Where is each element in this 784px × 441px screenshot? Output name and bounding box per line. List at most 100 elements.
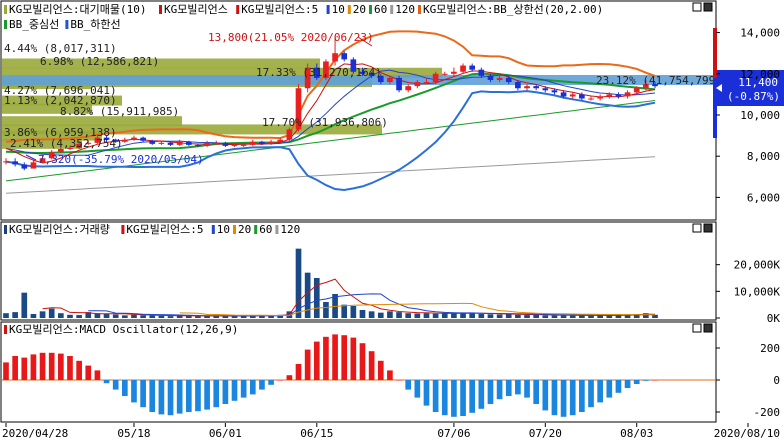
- macd-bar[interactable]: [268, 380, 274, 385]
- candle-body[interactable]: [396, 77, 402, 91]
- volume-bar[interactable]: [505, 314, 512, 318]
- macd-bar[interactable]: [405, 380, 412, 390]
- volume-bar[interactable]: [67, 314, 73, 318]
- macd-bar[interactable]: [478, 380, 485, 409]
- macd-bar[interactable]: [131, 380, 137, 403]
- macd-bar[interactable]: [30, 354, 37, 380]
- macd-bar[interactable]: [633, 380, 640, 384]
- macd-bar[interactable]: [213, 380, 220, 408]
- macd-bar[interactable]: [313, 341, 320, 380]
- volume-bar[interactable]: [588, 315, 594, 318]
- candle-body[interactable]: [533, 86, 540, 89]
- macd-bar[interactable]: [451, 380, 457, 417]
- candle-body[interactable]: [222, 142, 229, 146]
- candle-body[interactable]: [615, 94, 622, 97]
- volume-bar[interactable]: [149, 315, 156, 318]
- volume-bar[interactable]: [313, 278, 320, 318]
- candle-body[interactable]: [195, 144, 201, 146]
- volume-bar[interactable]: [515, 314, 521, 318]
- candle-body[interactable]: [633, 88, 640, 93]
- macd-bar[interactable]: [286, 375, 293, 380]
- macd-bar[interactable]: [615, 380, 622, 393]
- volume-bar[interactable]: [131, 314, 137, 318]
- volume-bar[interactable]: [524, 315, 530, 318]
- candle-body[interactable]: [624, 92, 631, 97]
- macd-bar[interactable]: [295, 364, 302, 380]
- candle-body[interactable]: [569, 94, 576, 97]
- volume-bar[interactable]: [469, 313, 476, 318]
- candle-body[interactable]: [469, 65, 476, 70]
- candle-body[interactable]: [21, 164, 28, 169]
- candle-body[interactable]: [451, 71, 457, 74]
- candle-body[interactable]: [505, 77, 512, 83]
- volume-bar[interactable]: [30, 314, 37, 318]
- volume-bar[interactable]: [542, 315, 549, 318]
- volume-bar[interactable]: [551, 315, 558, 318]
- macd-bar[interactable]: [524, 380, 530, 398]
- volume-bar[interactable]: [451, 313, 457, 318]
- macd-bar[interactable]: [231, 380, 238, 401]
- macd-bar[interactable]: [396, 380, 402, 381]
- macd-bar[interactable]: [597, 380, 603, 403]
- macd-bar[interactable]: [368, 351, 375, 380]
- candle-body[interactable]: [606, 94, 613, 97]
- macd-bar[interactable]: [249, 380, 256, 395]
- volume-bar[interactable]: [341, 304, 348, 318]
- volume-bar[interactable]: [487, 314, 494, 318]
- macd-bar[interactable]: [505, 380, 512, 396]
- candle-body[interactable]: [387, 77, 393, 83]
- macd-bar[interactable]: [3, 362, 9, 380]
- macd-bar[interactable]: [140, 380, 146, 408]
- candle-body[interactable]: [259, 141, 265, 144]
- macd-bar[interactable]: [103, 380, 110, 384]
- volume-bar[interactable]: [478, 314, 485, 318]
- macd-bar[interactable]: [304, 349, 311, 380]
- macd-bar[interactable]: [606, 380, 613, 398]
- candle-body[interactable]: [131, 137, 137, 140]
- macd-bar[interactable]: [423, 380, 430, 406]
- macd-bar[interactable]: [551, 380, 558, 416]
- macd-bar[interactable]: [240, 380, 247, 398]
- volume-bar[interactable]: [103, 314, 110, 318]
- macd-bar[interactable]: [204, 380, 210, 410]
- macd-bar[interactable]: [58, 353, 64, 380]
- candle-body[interactable]: [3, 161, 9, 163]
- macd-bar[interactable]: [112, 380, 119, 390]
- candle-body[interactable]: [286, 129, 293, 140]
- candle-body[interactable]: [158, 142, 165, 144]
- candle-body[interactable]: [121, 139, 128, 142]
- volume-bar[interactable]: [112, 314, 119, 318]
- macd-bar[interactable]: [533, 380, 540, 404]
- macd-bar[interactable]: [332, 334, 338, 380]
- macd-bar[interactable]: [560, 380, 567, 417]
- volume-bar[interactable]: [58, 313, 64, 318]
- macd-bar[interactable]: [387, 370, 393, 380]
- candle-body[interactable]: [341, 53, 348, 60]
- volume-bar[interactable]: [414, 313, 421, 318]
- volume-bar[interactable]: [387, 311, 393, 318]
- macd-bar[interactable]: [643, 380, 649, 381]
- macd-bar[interactable]: [569, 380, 576, 416]
- volume-bar[interactable]: [496, 314, 503, 318]
- macd-bar[interactable]: [323, 336, 329, 380]
- candle-body[interactable]: [460, 65, 466, 72]
- macd-bar[interactable]: [414, 380, 421, 398]
- candle-body[interactable]: [588, 98, 594, 100]
- macd-bar[interactable]: [85, 365, 92, 380]
- candle-body[interactable]: [423, 82, 430, 84]
- macd-bar[interactable]: [259, 380, 265, 390]
- macd-bar[interactable]: [39, 352, 46, 380]
- volume-bar[interactable]: [21, 292, 28, 318]
- candle-body[interactable]: [496, 77, 503, 80]
- volume-bar[interactable]: [405, 313, 412, 318]
- candle-body[interactable]: [515, 82, 521, 89]
- candle-body[interactable]: [597, 96, 603, 99]
- candle-body[interactable]: [277, 139, 284, 142]
- volume-bar[interactable]: [569, 315, 576, 318]
- candle-body[interactable]: [332, 53, 338, 62]
- volume-bar[interactable]: [368, 311, 375, 318]
- volume-bar[interactable]: [213, 316, 220, 318]
- macd-bar[interactable]: [588, 380, 594, 408]
- candle-body[interactable]: [441, 73, 448, 75]
- candle-body[interactable]: [231, 144, 238, 146]
